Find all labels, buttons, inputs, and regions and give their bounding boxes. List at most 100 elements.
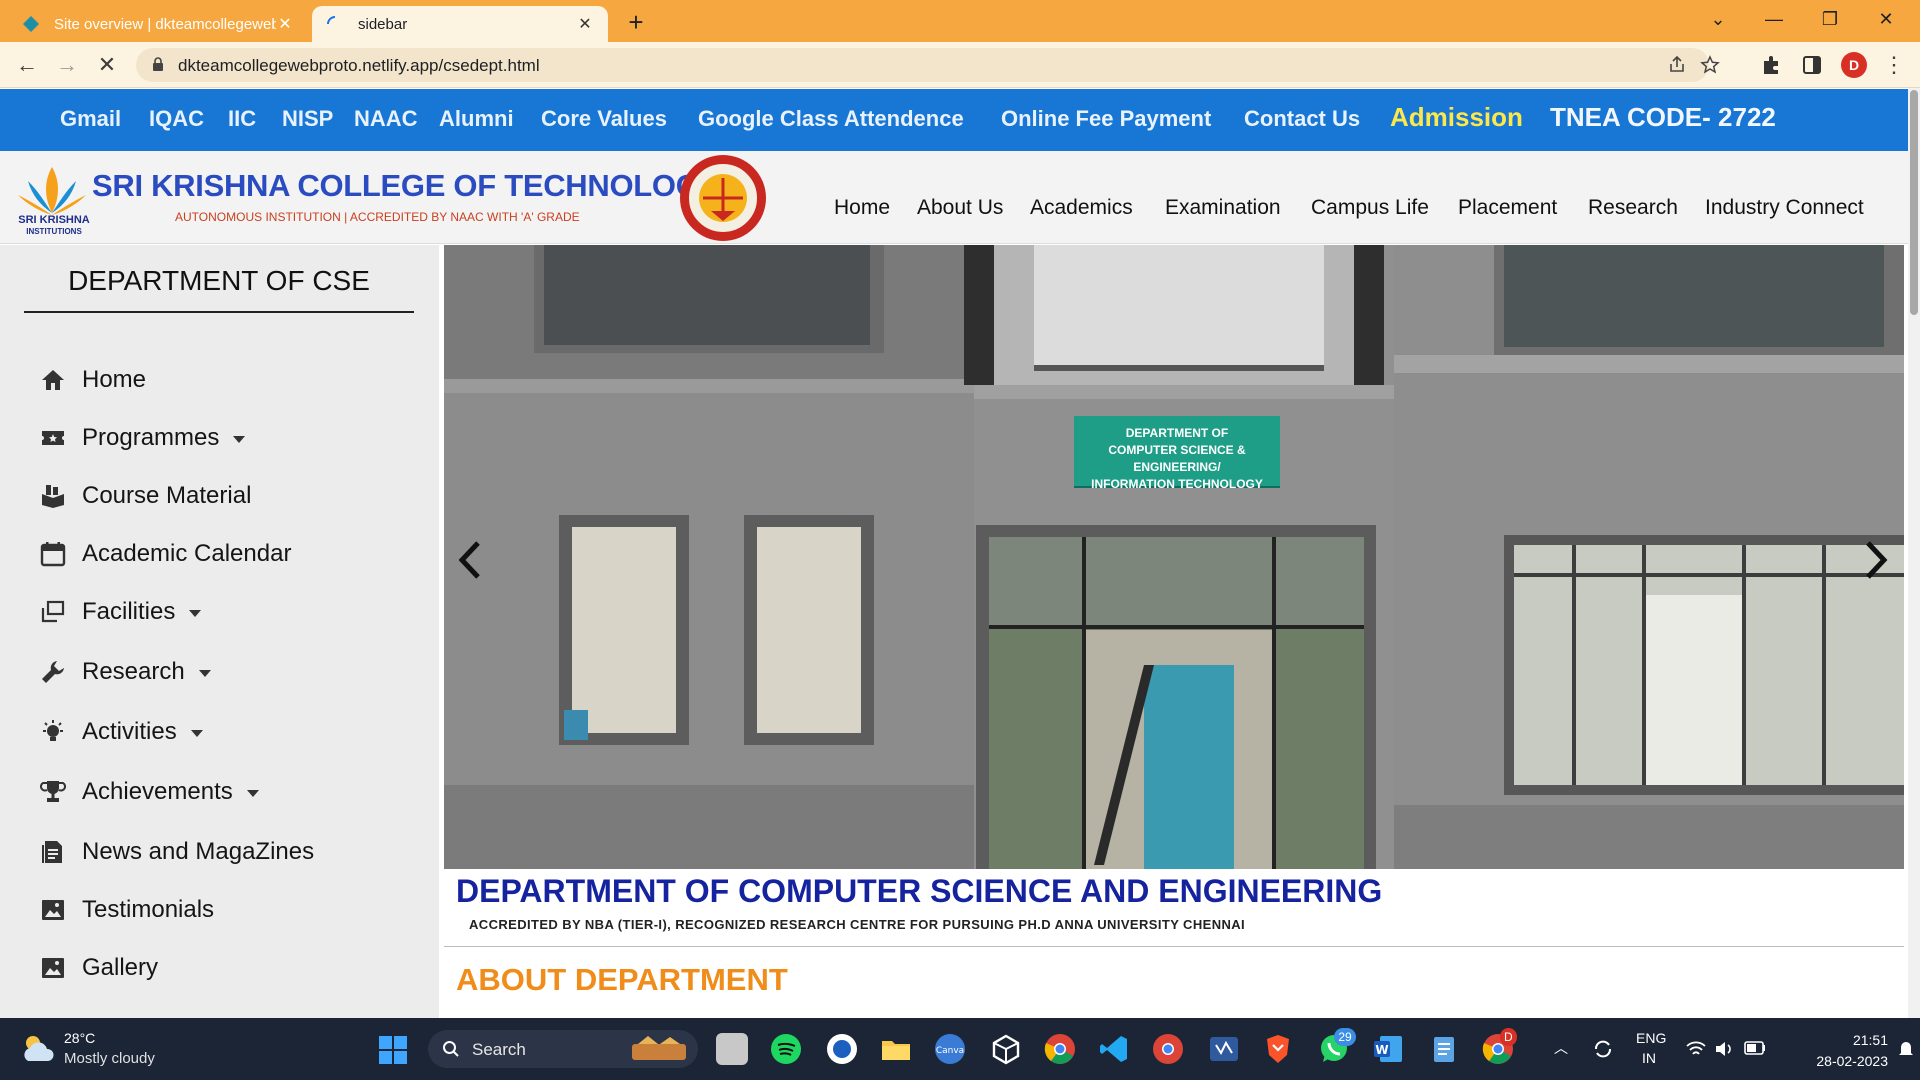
unity-icon[interactable]: [990, 1033, 1022, 1065]
nav-industry-connect[interactable]: Industry Connect: [1705, 196, 1864, 220]
chrome-icon[interactable]: [1044, 1033, 1076, 1065]
windows-taskbar: 28°C Mostly cloudy Search Canva 29 W D ︿…: [0, 1018, 1920, 1080]
sidebar-item-label: Facilities: [82, 598, 176, 625]
sidebar-item-label: Activities: [82, 718, 177, 745]
carousel-next-chevron-icon[interactable]: [1856, 535, 1896, 585]
scrollbar-thumb[interactable]: [1910, 90, 1918, 315]
share-icon[interactable]: [1666, 54, 1688, 76]
department-building-carousel: DEPARTMENT OF COMPUTER SCIENCE & ENGINEE…: [444, 245, 1904, 869]
bookmark-star-icon[interactable]: [1699, 54, 1721, 76]
chrome-profile-icon[interactable]: [1152, 1033, 1184, 1065]
windows-start-icon[interactable]: [378, 1035, 408, 1065]
sidebar-item-research[interactable]: Research: [40, 655, 211, 689]
new-tab-button[interactable]: +: [620, 6, 652, 38]
about-department-heading: ABOUT DEPARTMENT: [456, 962, 788, 997]
nav-placement[interactable]: Placement: [1458, 196, 1557, 220]
sidebar-item-programmes[interactable]: Programmes: [40, 421, 246, 455]
stop-loading-icon[interactable]: ✕: [92, 50, 122, 80]
tab-search-icon[interactable]: ⌄: [1690, 0, 1746, 42]
file-explorer-icon[interactable]: [880, 1033, 912, 1065]
task-view-icon[interactable]: [716, 1033, 748, 1065]
taskbar-search[interactable]: Search: [428, 1030, 698, 1068]
tab-sidebar[interactable]: sidebar ✕: [312, 6, 608, 42]
svg-text:W: W: [1375, 1043, 1388, 1057]
nav-academics[interactable]: Academics: [1030, 196, 1133, 220]
app-circle-icon[interactable]: [826, 1033, 858, 1065]
sidebar-item-activities[interactable]: Activities: [40, 715, 203, 749]
sidebar-item-news-and-magazines[interactable]: News and MagaZines: [40, 835, 314, 869]
wifi-icon[interactable]: [1686, 1040, 1706, 1058]
chevron-up-icon[interactable]: ︿: [1554, 1038, 1568, 1058]
tab-title: sidebar: [358, 15, 408, 33]
browser-tabstrip: Site overview | dkteamcollegeweb ✕ sideb…: [0, 0, 1920, 42]
home-icon: [42, 370, 64, 390]
profile-avatar[interactable]: D: [1841, 52, 1867, 78]
nav-research[interactable]: Research: [1588, 196, 1678, 220]
url-text: dkteamcollegewebproto.netlify.app/csedep…: [178, 56, 540, 75]
forward-arrow-icon[interactable]: →: [52, 50, 82, 80]
link-naac[interactable]: NAAC: [354, 106, 418, 132]
weather-cloud-icon[interactable]: [20, 1031, 56, 1065]
books-icon: [42, 485, 64, 508]
close-window-button[interactable]: ✕: [1858, 0, 1914, 42]
sidebar-item-academic-calendar[interactable]: Academic Calendar: [40, 537, 291, 571]
trophy-icon: [40, 781, 66, 802]
link-gmail[interactable]: Gmail: [60, 106, 121, 132]
close-icon[interactable]: ✕: [576, 14, 594, 34]
canva-icon[interactable]: Canva: [934, 1033, 966, 1065]
sidebar-item-testimonials[interactable]: Testimonials: [40, 893, 214, 927]
sidebar-item-gallery[interactable]: Gallery: [40, 951, 158, 985]
calendar-icon: [40, 542, 66, 567]
sidebar-item-course-material[interactable]: Course Material: [40, 479, 251, 513]
address-bar[interactable]: dkteamcollegewebproto.netlify.app/csedep…: [136, 48, 1720, 82]
tab-site-overview[interactable]: Site overview | dkteamcollegeweb ✕: [8, 6, 308, 42]
close-icon[interactable]: ✕: [276, 14, 294, 34]
notepad-icon[interactable]: [1428, 1033, 1460, 1065]
notification-bell-icon[interactable]: [1898, 1040, 1914, 1058]
link-admission[interactable]: Admission: [1390, 102, 1523, 133]
language-indicator[interactable]: ENG: [1636, 1030, 1666, 1046]
vscode-icon[interactable]: [1098, 1033, 1130, 1065]
carousel-prev-chevron-icon[interactable]: [450, 535, 490, 585]
battery-icon[interactable]: [1744, 1041, 1766, 1055]
loading-spinner-icon: [327, 16, 336, 25]
link-nisp[interactable]: NISP: [282, 106, 333, 132]
nav-campus-life[interactable]: Campus Life: [1311, 196, 1429, 220]
link-contact-us[interactable]: Contact Us: [1244, 106, 1360, 132]
link-iic[interactable]: IIC: [228, 106, 256, 132]
department-title: DEPARTMENT OF COMPUTER SCIENCE AND ENGIN…: [456, 873, 1383, 909]
back-arrow-icon[interactable]: ←: [12, 50, 42, 80]
restore-button[interactable]: ❐: [1802, 0, 1858, 42]
image-icon: [42, 958, 64, 978]
sidebar-item-label: Research: [82, 658, 185, 685]
brave-icon[interactable]: [1262, 1033, 1294, 1065]
page-scrollbar[interactable]: [1908, 88, 1920, 1018]
spotify-icon[interactable]: [770, 1033, 802, 1065]
volume-icon[interactable]: [1714, 1040, 1734, 1058]
side-panel-icon[interactable]: [1800, 53, 1824, 77]
chevron-down-icon: [189, 609, 202, 617]
dev-tool-icon[interactable]: [1208, 1033, 1240, 1065]
region-indicator: IN: [1642, 1050, 1656, 1066]
nav-about-us[interactable]: About Us: [917, 196, 1003, 220]
link-iqac[interactable]: IQAC: [149, 106, 204, 132]
sync-icon[interactable]: [1592, 1038, 1614, 1060]
nav-examination[interactable]: Examination: [1165, 196, 1281, 220]
link-online-fee-payment[interactable]: Online Fee Payment: [1001, 106, 1211, 132]
image-icon: [42, 900, 64, 920]
college-name[interactable]: SRI KRISHNA COLLEGE OF TECHNOLOGY: [92, 168, 720, 204]
clock-time[interactable]: 21:51: [1830, 1032, 1888, 1048]
link-core-values[interactable]: Core Values: [541, 106, 667, 132]
menu-kebab-icon[interactable]: ⋮: [1879, 50, 1909, 80]
word-icon[interactable]: W: [1372, 1033, 1404, 1065]
clock-date[interactable]: 28-02-2023: [1788, 1053, 1888, 1069]
sidebar-item-home[interactable]: Home: [40, 363, 146, 397]
link-google-class-attendence[interactable]: Google Class Attendence: [698, 106, 964, 132]
link-alumni[interactable]: Alumni: [439, 106, 514, 132]
minimize-button[interactable]: —: [1746, 0, 1802, 42]
nav-home[interactable]: Home: [834, 196, 890, 220]
sidebar-item-achievements[interactable]: Achievements: [40, 775, 259, 809]
extensions-icon[interactable]: [1760, 53, 1784, 77]
newspaper-icon: [42, 841, 62, 863]
sidebar-item-facilities[interactable]: Facilities: [40, 595, 202, 629]
